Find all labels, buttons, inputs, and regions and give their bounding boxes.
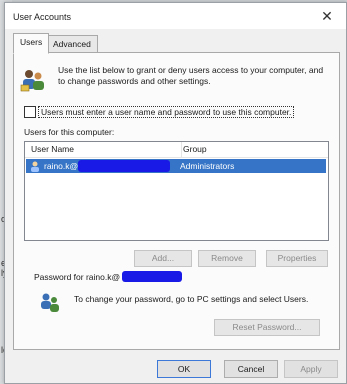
ok-button[interactable]: OK <box>157 360 211 378</box>
column-header-group[interactable]: Group <box>177 142 207 157</box>
title-bar[interactable]: User Accounts ✕ <box>5 3 346 29</box>
window-title: User Accounts <box>13 12 72 22</box>
close-button[interactable]: ✕ <box>314 7 340 25</box>
require-login-checkbox[interactable] <box>24 106 36 118</box>
users-list-title: Users for this computer: <box>24 127 115 137</box>
properties-button[interactable]: Properties <box>266 250 328 267</box>
password-instructions: To change your password, go to PC settin… <box>74 294 309 304</box>
user-accounts-dialog: User Accounts ✕ Users Advanced Use the l… <box>4 2 347 384</box>
user-icon <box>31 161 39 172</box>
apply-button[interactable]: Apply <box>284 360 338 378</box>
require-login-option[interactable]: Users must enter a user name and passwor… <box>24 105 334 119</box>
users-tab-panel: Use the list below to grant or deny user… <box>13 52 340 350</box>
redaction-mark <box>122 271 182 282</box>
remove-button[interactable]: Remove <box>198 250 256 267</box>
tab-advanced[interactable]: Advanced <box>46 35 98 53</box>
reset-password-button[interactable]: Reset Password... <box>214 319 320 336</box>
add-button[interactable]: Add... <box>134 250 192 267</box>
redaction-mark <box>78 160 170 172</box>
intro-text: Use the list below to grant or deny user… <box>58 65 324 86</box>
tab-users[interactable]: Users <box>13 33 50 54</box>
require-login-label[interactable]: Users must enter a user name and passwor… <box>38 106 295 118</box>
users-list[interactable]: User Name Group raino.k@ Administrators <box>24 141 329 241</box>
users-icon <box>20 70 44 92</box>
table-row[interactable]: raino.k@ Administrators <box>26 159 326 173</box>
column-header-user-name[interactable]: User Name <box>25 142 182 157</box>
close-icon: ✕ <box>321 8 333 24</box>
users-password-icon <box>41 293 59 312</box>
list-header: User Name Group <box>25 142 328 158</box>
cancel-button[interactable]: Cancel <box>224 360 278 378</box>
group-cell: Administrators <box>180 161 235 171</box>
user-name-cell: raino.k@ <box>44 161 79 171</box>
password-section-label: Password for raino.k@ <box>34 272 121 282</box>
